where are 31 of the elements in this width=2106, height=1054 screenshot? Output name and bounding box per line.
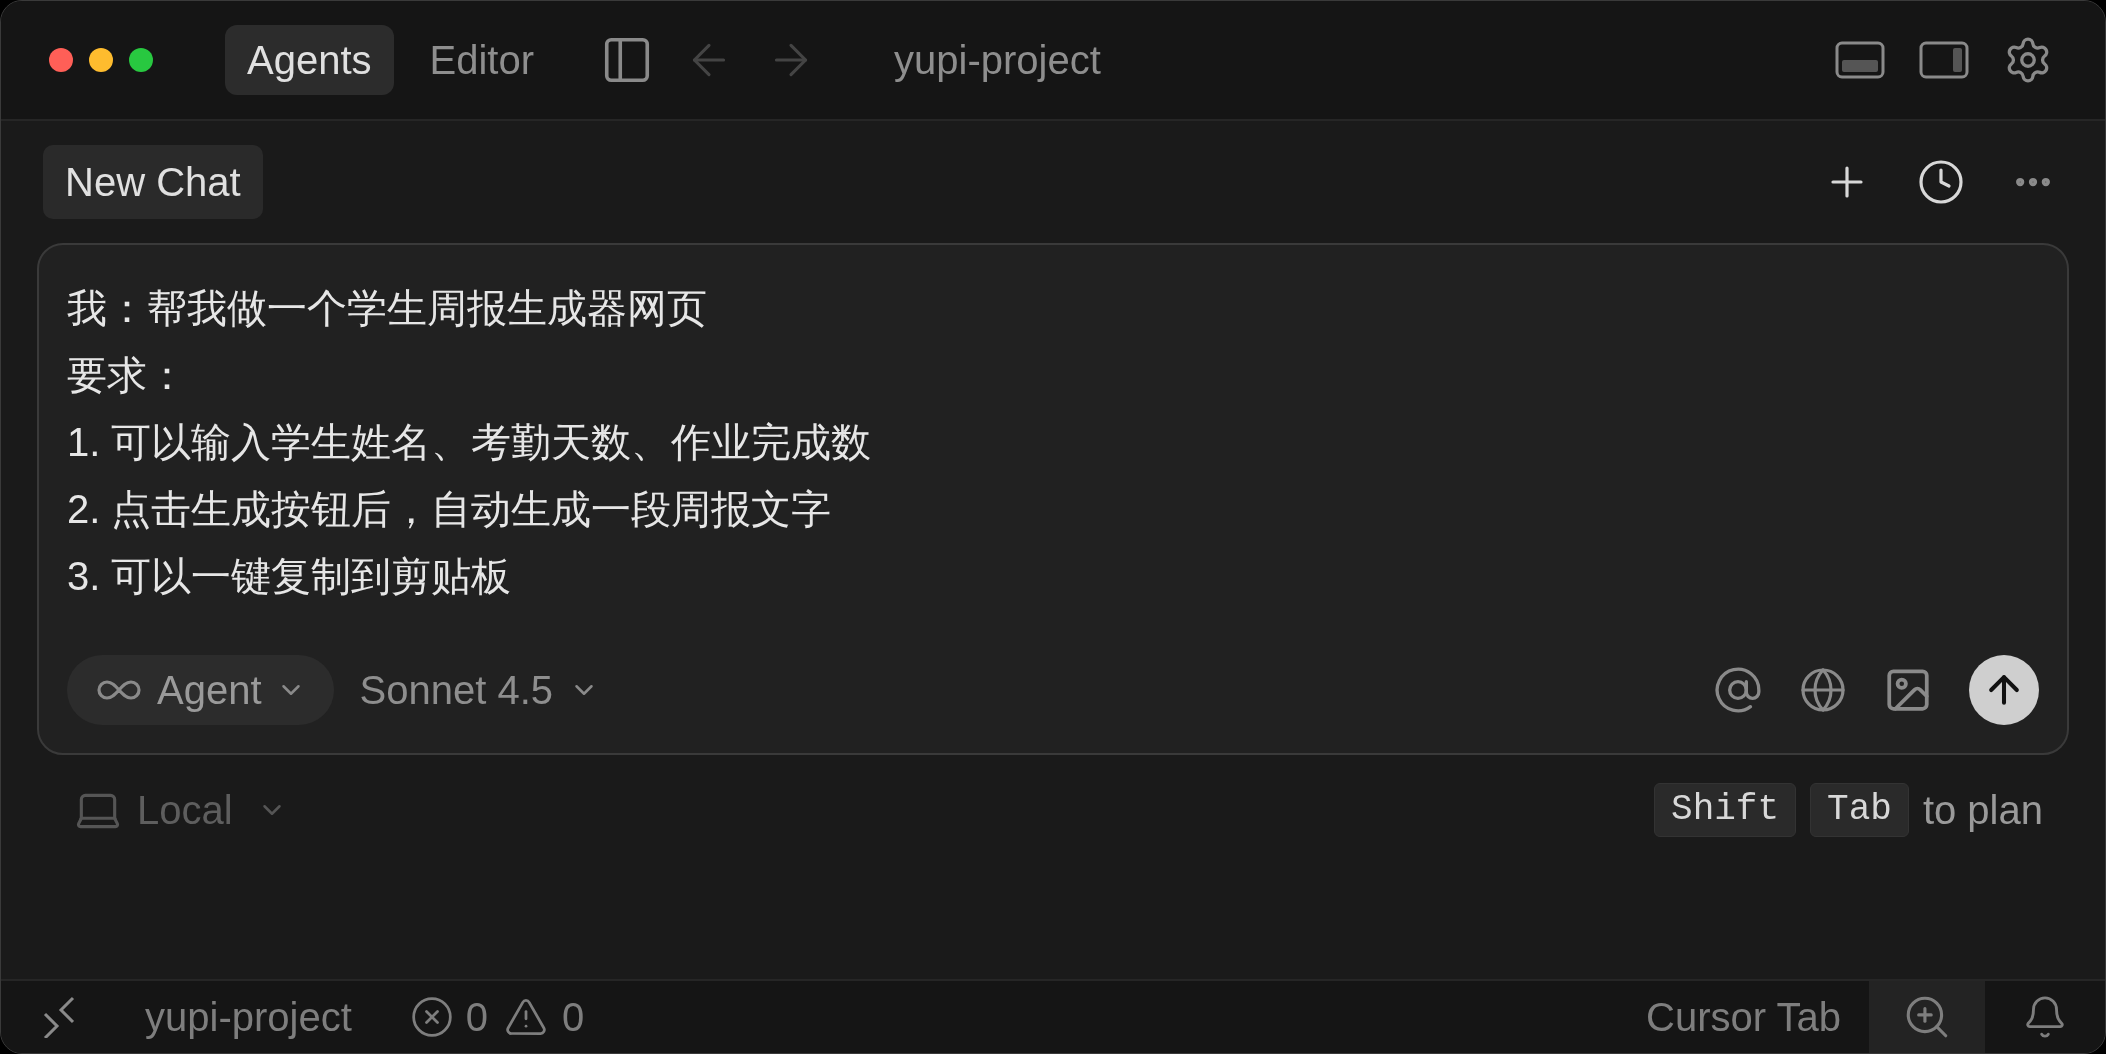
mention-icon[interactable] <box>1713 665 1763 715</box>
environment-selector[interactable]: Local <box>73 780 287 840</box>
key-cap: Tab <box>1810 783 1909 837</box>
prompt-line: 要求： <box>67 352 187 399</box>
prompt-line: 我：帮我做一个学生周报生成器网页 <box>67 285 707 332</box>
view-tab[interactable]: Editor <box>407 25 557 95</box>
right-panel-icon[interactable] <box>1919 41 1969 79</box>
remote-icon[interactable] <box>41 996 77 1038</box>
close-window-button[interactable] <box>49 48 73 72</box>
bottom-panel-icon[interactable] <box>1835 41 1885 79</box>
key-cap: Shift <box>1654 783 1797 837</box>
model-selector[interactable]: Sonnet 4.5 <box>359 655 600 725</box>
project-name[interactable]: yupi-project <box>145 987 352 1047</box>
cursor-tab-status[interactable]: Cursor Tab <box>1646 987 1841 1047</box>
prompt-line: 1. 可以输入学生姓名、考勤天数、作业完成数 <box>67 419 872 466</box>
minimize-window-button[interactable] <box>89 48 113 72</box>
globe-icon[interactable] <box>1799 666 1847 714</box>
chat-tab[interactable]: New Chat <box>43 145 263 219</box>
maximize-window-button[interactable] <box>129 48 153 72</box>
history-icon[interactable] <box>1917 158 1965 206</box>
prompt-box[interactable]: 我：帮我做一个学生周报生成器网页 要求： 1. 可以输入学生姓名、考勤天数、作业完成数 2. 点击生成按钮后，自动生成一段周报文字 3. 可以一键复制到剪贴板 Agent Sonnet 4.5 <box>37 243 2069 755</box>
error-count: 0 <box>465 994 488 1041</box>
zoom-button[interactable] <box>1869 981 1985 1053</box>
plan-hint: to plan <box>1922 787 2043 834</box>
prompt-line: 3. 可以一键复制到剪贴板 <box>67 553 512 600</box>
prompt-line: 2. 点击生成按钮后，自动生成一段周报文字 <box>67 486 832 533</box>
warning-count: 0 <box>562 994 585 1041</box>
project-title: yupi-project <box>894 37 1101 84</box>
mode-selector[interactable]: Agent <box>67 655 334 725</box>
view-tab[interactable]: Agents <box>225 25 394 95</box>
error-icon[interactable] <box>409 995 454 1039</box>
